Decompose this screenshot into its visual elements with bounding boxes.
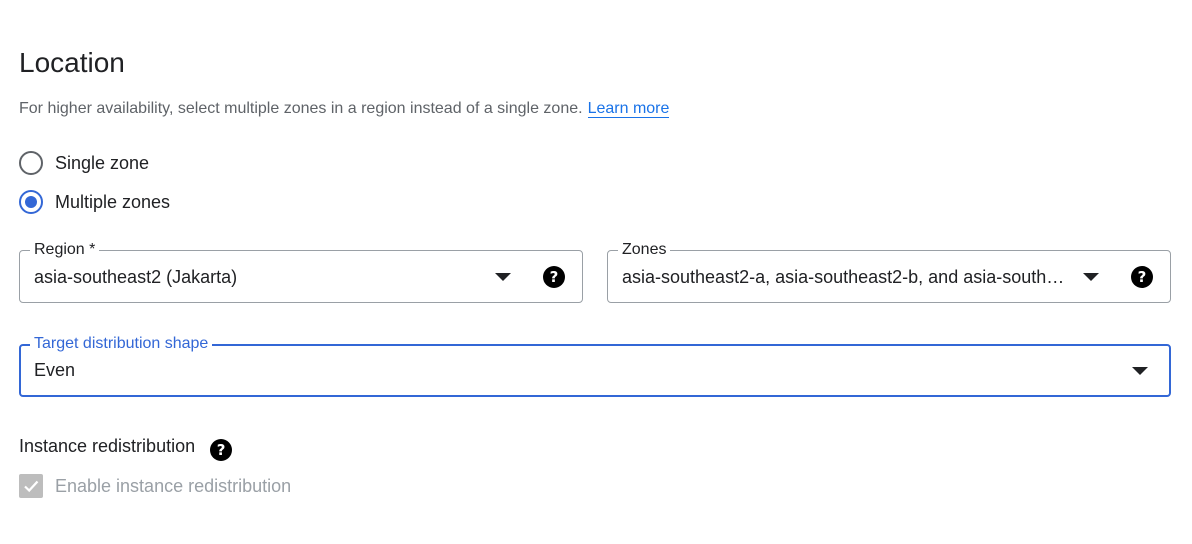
description-text: For higher availability, select multiple… (19, 100, 583, 117)
radio-single-zone[interactable]: Single zone (19, 150, 149, 176)
region-label: Region * (30, 240, 100, 260)
help-icon[interactable]: ? (543, 266, 565, 288)
dropdown-arrow-icon[interactable] (495, 273, 511, 281)
distribution-shape-value: Even (34, 360, 76, 380)
region-select[interactable]: Region * asia-southeast2 (Jakarta) ? (19, 240, 583, 303)
help-icon[interactable]: ? (1131, 266, 1153, 288)
learn-more-link[interactable]: Learn more (587, 100, 670, 118)
dropdown-arrow-icon[interactable] (1083, 273, 1099, 281)
location-description: For higher availability, select multiple… (19, 98, 670, 120)
radio-label: Multiple zones (55, 191, 171, 212)
radio-checked-icon[interactable] (19, 190, 43, 214)
instance-redistribution-title: Instance redistribution (19, 436, 196, 456)
enable-redistribution-checkbox-row[interactable]: Enable instance redistribution (19, 474, 291, 498)
instance-redistribution-heading: Instance redistribution ? (19, 435, 233, 461)
radio-multiple-zones[interactable]: Multiple zones (19, 189, 170, 215)
checkbox-checked-icon[interactable] (19, 474, 43, 498)
enable-redistribution-label: Enable instance redistribution (55, 475, 292, 496)
zones-value: asia-southeast2-a, asia-southeast2-b, an… (622, 267, 1074, 287)
zones-select[interactable]: Zones asia-southeast2-a, asia-southeast2… (607, 240, 1171, 303)
radio-unchecked-icon[interactable] (19, 151, 43, 175)
zones-label: Zones (618, 240, 671, 260)
distribution-shape-select[interactable]: Target distribution shape Even (19, 334, 1171, 397)
radio-label: Single zone (55, 152, 150, 173)
distribution-shape-label: Target distribution shape (30, 334, 213, 354)
dropdown-arrow-icon[interactable] (1132, 367, 1148, 375)
location-title: Location (19, 47, 125, 78)
help-icon[interactable]: ? (210, 439, 233, 461)
region-value: asia-southeast2 (Jakarta) (34, 267, 238, 287)
